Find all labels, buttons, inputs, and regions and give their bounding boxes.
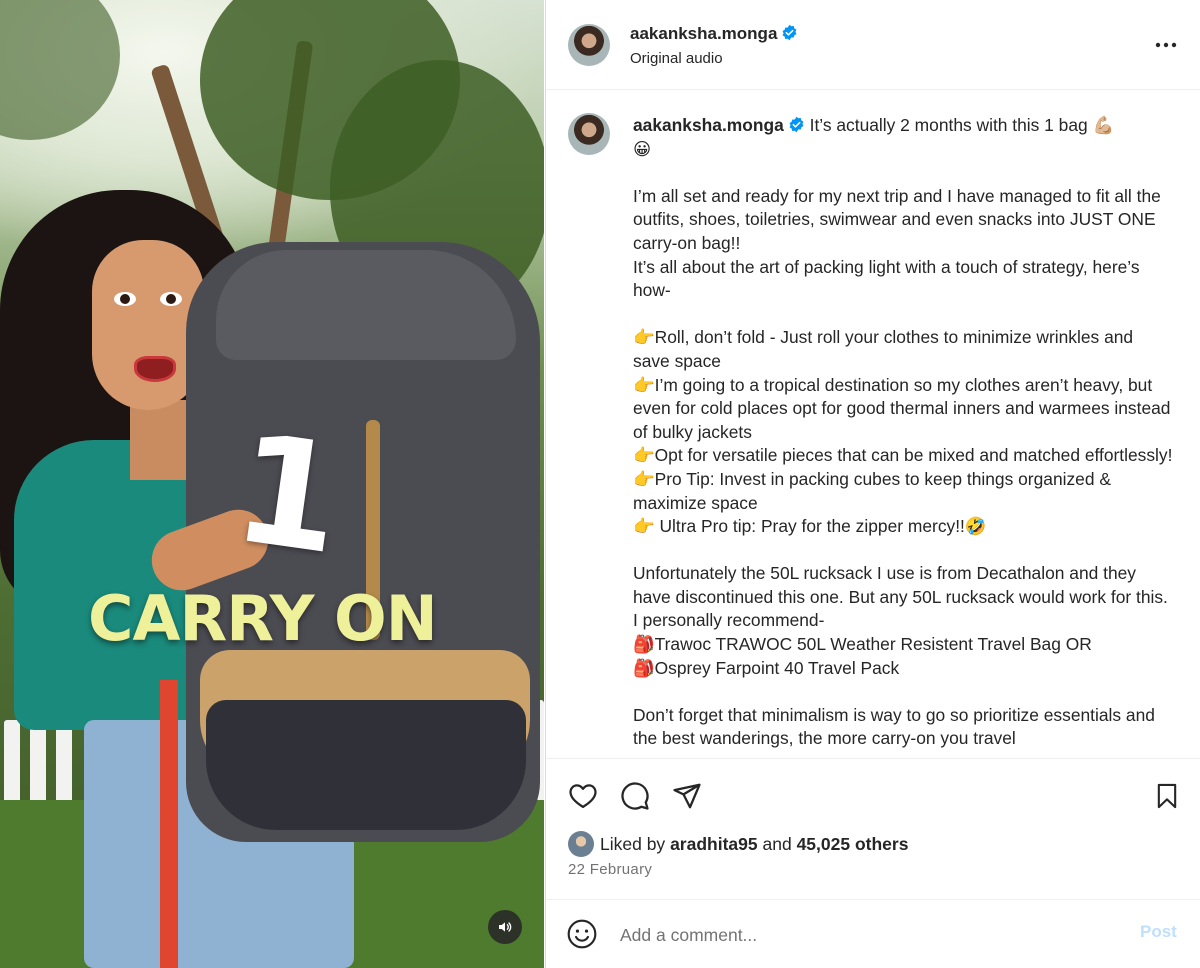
person-eye	[114, 292, 136, 306]
caption-body: It’s actually 2 months with this 1 bag 💪…	[633, 115, 1173, 749]
liked-by-prefix: Liked by	[600, 833, 666, 854]
caption-username[interactable]: aakanksha.monga	[633, 115, 784, 135]
save-button[interactable]	[1150, 779, 1184, 813]
person-neck	[130, 400, 190, 480]
verified-badge-icon	[789, 116, 804, 133]
mute-toggle-button[interactable]	[488, 910, 522, 944]
liked-by-user[interactable]: aradhita95	[670, 834, 758, 855]
person-mouth	[134, 356, 176, 382]
like-button[interactable]	[566, 779, 600, 813]
caption-scroll-area[interactable]: aakanksha.monga It’s actually 2 months w…	[546, 90, 1200, 758]
backpack-base	[206, 700, 526, 830]
post-date[interactable]: 22 February	[568, 861, 652, 878]
caption-author-avatar[interactable]	[568, 113, 610, 155]
comment-input[interactable]	[620, 920, 1120, 950]
heart-icon	[569, 784, 597, 808]
comment-bar: Post	[546, 899, 1200, 968]
post-panel: aakanksha.monga Original audio aakanksha…	[545, 0, 1200, 968]
author-avatar[interactable]	[568, 24, 610, 66]
post-actions: Liked by aradhita95 and 45,025 others 22…	[546, 758, 1200, 968]
share-button[interactable]	[670, 779, 704, 813]
liked-by-others[interactable]: 45,025 others	[797, 834, 909, 855]
more-horizontal-icon	[1155, 42, 1177, 48]
speaker-icon	[499, 922, 512, 932]
emoji-button[interactable]	[566, 918, 600, 952]
reel-video[interactable]: 1 CARRY ON	[0, 0, 544, 968]
overlay-text: CARRY ON	[88, 582, 438, 655]
post-header: aakanksha.monga Original audio	[546, 0, 1200, 90]
caption: aakanksha.monga It’s actually 2 months w…	[633, 114, 1173, 751]
likes-summary[interactable]: Liked by aradhita95 and 45,025 others	[568, 831, 908, 857]
liker-avatar	[568, 831, 594, 857]
post-comment-button[interactable]: Post	[1140, 922, 1177, 942]
bookmark-icon	[1157, 783, 1177, 809]
comment-icon	[621, 782, 649, 810]
smiley-icon	[567, 919, 597, 949]
author-name-row: aakanksha.monga	[630, 24, 798, 44]
more-options-button[interactable]	[1154, 33, 1178, 57]
person-eye	[160, 292, 182, 306]
backpack-top	[216, 250, 516, 360]
audio-link[interactable]: Original audio	[630, 50, 723, 67]
send-icon	[673, 783, 701, 809]
comment-button[interactable]	[618, 779, 652, 813]
author-username[interactable]: aakanksha.monga	[630, 24, 777, 43]
verified-badge-icon	[782, 24, 797, 41]
liked-by-and: and	[762, 833, 792, 854]
bag-strap	[160, 680, 178, 968]
overlay-number: 1	[224, 401, 352, 589]
